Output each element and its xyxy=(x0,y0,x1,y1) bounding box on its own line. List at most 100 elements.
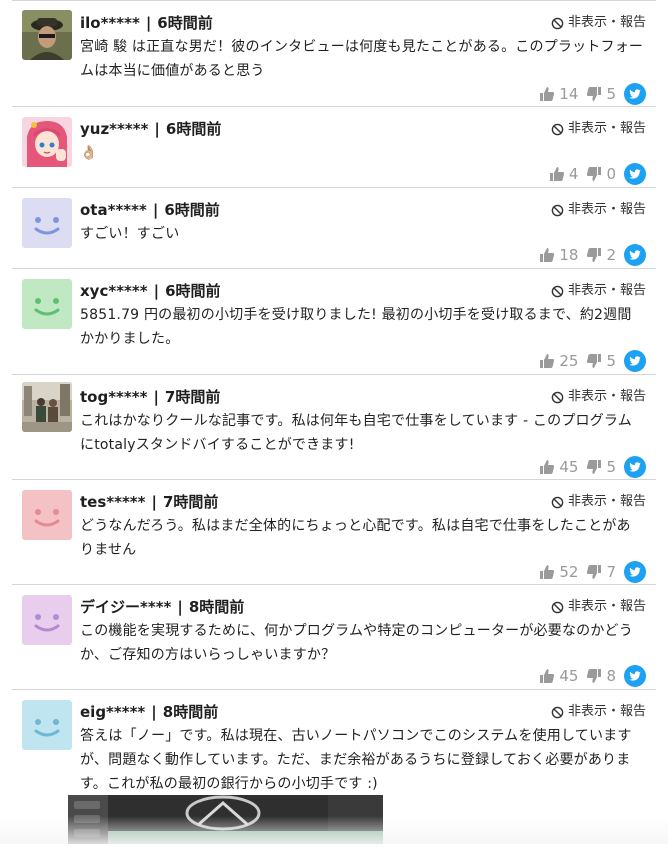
twitter-icon xyxy=(629,356,641,366)
hide-report-button[interactable]: 非表示・報告 xyxy=(551,281,646,301)
comment-header: デイジー**** | 8時間前 xyxy=(80,597,244,617)
avatar[interactable] xyxy=(22,490,72,540)
username[interactable]: ilo***** xyxy=(80,14,140,32)
comment: tes***** | 7時間前 非表示・報告 どうなんだろう。私はまだ全体的にちょっ… xyxy=(12,479,656,584)
twitter-icon xyxy=(629,169,641,179)
vote-bar: 4 0 xyxy=(549,162,646,186)
hide-report-button[interactable]: 非表示・報告 xyxy=(551,13,646,33)
thumbs-up-icon[interactable] xyxy=(549,166,565,182)
dislike-count: 0 xyxy=(606,165,616,183)
smiley-icon xyxy=(22,595,72,645)
ban-icon xyxy=(551,17,564,29)
photo-two-people-street xyxy=(22,382,72,432)
hide-report-button[interactable]: 非表示・報告 xyxy=(551,387,646,407)
twitter-icon xyxy=(629,671,641,681)
header-separator: | xyxy=(151,493,157,511)
hide-report-label: 非表示・報告 xyxy=(567,121,646,136)
avatar[interactable] xyxy=(22,279,72,329)
thumbs-down-icon[interactable] xyxy=(586,564,602,580)
thumbs-up-icon[interactable] xyxy=(539,564,555,580)
ban-icon xyxy=(551,706,564,718)
header-separator: | xyxy=(154,120,160,138)
thumbs-down-icon[interactable] xyxy=(586,247,602,263)
thumbs-down-icon[interactable] xyxy=(586,668,602,684)
like-count: 18 xyxy=(559,246,579,264)
hide-report-label: 非表示・報告 xyxy=(567,494,646,509)
hide-report-button[interactable]: 非表示・報告 xyxy=(551,597,646,617)
comment-text: これはかなりクールな記事です。私は何年も自宅で仕事をしています - このプログラ… xyxy=(80,413,632,453)
username[interactable]: yuz***** xyxy=(80,120,148,138)
twitter-share-button[interactable] xyxy=(624,163,646,185)
header-separator: | xyxy=(151,703,157,721)
photo-man-hat xyxy=(22,10,72,60)
comment-text: 5851.79 円の最初の小切手を受け取りました! 最初の小切手を受け取るまで、… xyxy=(80,307,632,347)
comment: xyc***** | 6時間前 非表示・報告 5851.79 円の最初の小切手を受け… xyxy=(12,268,656,374)
vote-bar: 25 5 xyxy=(539,349,646,373)
comment: ilo***** | 6時間前 非表示・報告 宮崎 駿 は正直な男だ！彼のインタビュ… xyxy=(12,0,656,106)
like-count: 4 xyxy=(568,165,579,183)
avatar[interactable] xyxy=(22,595,72,645)
thumbs-down-icon[interactable] xyxy=(586,86,602,102)
anime-girl-pink-hair xyxy=(22,117,72,167)
thumbs-up-icon[interactable] xyxy=(539,459,555,475)
comment-text: どうなんだろう。私はまだ全体的にちょっと心配です。私は自宅で仕事をしたことがあり… xyxy=(80,518,631,558)
thumbs-down-icon[interactable] xyxy=(586,459,602,475)
thumbs-down-icon[interactable] xyxy=(586,353,602,369)
smiley-icon xyxy=(22,700,72,750)
comment-list: ilo***** | 6時間前 非表示・報告 宮崎 駿 は正直な男だ！彼のインタビュ… xyxy=(12,0,656,849)
timestamp: 6時間前 xyxy=(157,14,213,32)
hide-report-button[interactable]: 非表示・報告 xyxy=(551,200,646,220)
vote-bar: 45 5 xyxy=(539,455,646,479)
username[interactable]: eig***** xyxy=(80,703,145,721)
username[interactable]: ota***** xyxy=(80,201,147,219)
twitter-share-button[interactable] xyxy=(624,83,646,105)
twitter-share-button[interactable] xyxy=(624,350,646,372)
thumbs-up-icon[interactable] xyxy=(539,86,555,102)
hide-report-label: 非表示・報告 xyxy=(567,389,646,404)
twitter-share-button[interactable] xyxy=(624,665,646,687)
comment-text: 答えは「ノー」です。私は現在、古いノートパソコンでこのシステムを使用していますが… xyxy=(80,728,632,792)
header-separator: | xyxy=(177,598,183,616)
twitter-share-button[interactable] xyxy=(624,244,646,266)
thumbs-up-icon[interactable] xyxy=(539,247,555,263)
header-separator: | xyxy=(145,14,152,32)
smiley-icon xyxy=(22,198,72,248)
comment-header: tes***** | 7時間前 xyxy=(80,492,218,512)
comment-header: ota***** | 6時間前 xyxy=(80,200,220,220)
username[interactable]: デイジー**** xyxy=(80,598,171,616)
thumbs-up-icon[interactable] xyxy=(539,668,555,684)
thumbs-down-icon[interactable] xyxy=(586,166,602,182)
avatar[interactable] xyxy=(22,382,72,432)
timestamp: 8時間前 xyxy=(162,703,219,721)
username[interactable]: tog***** xyxy=(80,388,147,406)
hide-report-button[interactable]: 非表示・報告 xyxy=(551,702,646,722)
avatar[interactable] xyxy=(22,10,72,60)
dislike-count: 2 xyxy=(606,246,616,264)
username[interactable]: xyc***** xyxy=(80,282,148,300)
avatar[interactable] xyxy=(22,117,72,167)
comment: tog***** | 7時間前 非表示・報告 これはかなりクールな記事です。私は何年… xyxy=(12,374,656,479)
attached-image[interactable] xyxy=(68,795,383,844)
vote-bar: 45 8 xyxy=(539,664,646,688)
like-count: 45 xyxy=(559,458,579,476)
ban-icon xyxy=(551,601,564,613)
thumbs-up-icon[interactable] xyxy=(539,353,555,369)
twitter-share-button[interactable] xyxy=(624,561,646,583)
comment-header: yuz***** | 6時間前 xyxy=(80,119,221,139)
ban-icon xyxy=(551,123,564,135)
dislike-count: 8 xyxy=(606,667,616,685)
avatar[interactable] xyxy=(22,198,72,248)
hide-report-button[interactable]: 非表示・報告 xyxy=(551,119,646,139)
twitter-icon xyxy=(629,89,641,99)
smiley-icon xyxy=(22,490,72,540)
username[interactable]: tes***** xyxy=(80,493,146,511)
twitter-share-button[interactable] xyxy=(624,456,646,478)
header-separator: | xyxy=(152,201,159,219)
hide-report-button[interactable]: 非表示・報告 xyxy=(551,492,646,512)
hide-report-label: 非表示・報告 xyxy=(567,283,646,298)
avatar[interactable] xyxy=(22,700,72,750)
timestamp: 8時間前 xyxy=(188,598,245,616)
hide-report-label: 非表示・報告 xyxy=(567,599,646,614)
hide-report-label: 非表示・報告 xyxy=(567,15,646,30)
dislike-count: 5 xyxy=(606,458,616,476)
